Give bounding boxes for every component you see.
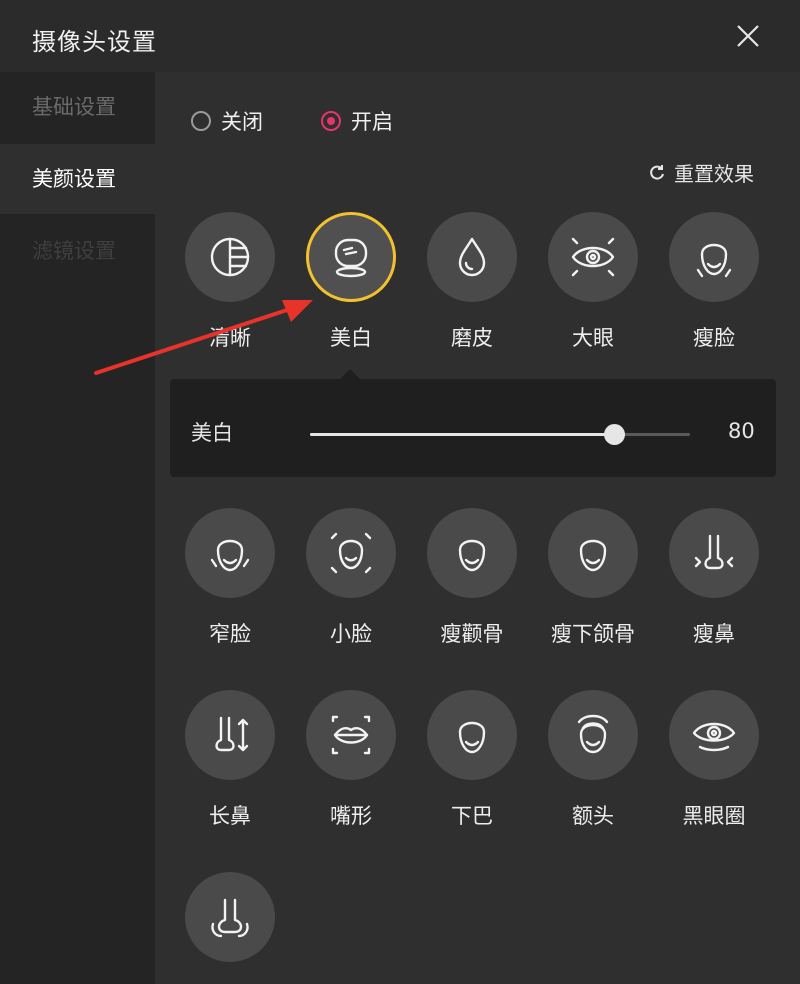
effect-label: 小脸 (330, 622, 372, 646)
radio-off-label: 关闭 (221, 110, 263, 134)
effect-clarity-circle (185, 212, 275, 302)
effect-chin-circle (427, 690, 517, 780)
effect-small-face[interactable]: 小脸 (305, 508, 397, 648)
effect-whitening[interactable]: 美白 (305, 212, 397, 352)
effect-label: 额头 (572, 804, 614, 828)
mouth-shape-icon (331, 715, 371, 755)
radio-on-label: 开启 (351, 110, 393, 134)
refresh-icon (650, 164, 664, 180)
settings-sidebar: 基础设置 美颜设置 滤镜设置 (0, 72, 155, 984)
effect-mouth-shape[interactable]: 嘴形 (305, 690, 397, 830)
chin-icon (458, 721, 486, 754)
effect-cheekbone[interactable]: 瘦颧骨 (426, 508, 518, 648)
effect-big-eye[interactable]: 大眼 (547, 212, 639, 352)
effect-label: 窄脸 (209, 622, 251, 646)
radio-on[interactable]: 开启 (321, 106, 393, 136)
long-nose-icon (215, 716, 249, 752)
dark-circles-icon (692, 722, 736, 752)
whitening-slider-thumb[interactable] (604, 424, 625, 445)
radio-off-circle (191, 111, 211, 131)
radio-off[interactable]: 关闭 (191, 106, 263, 136)
sidebar-item-beauty[interactable]: 美颜设置 (0, 144, 155, 214)
effect-long-nose-circle (185, 690, 275, 780)
effect-chin[interactable]: 下巴 (426, 690, 518, 830)
effect-slim-face[interactable]: 瘦脸 (668, 212, 760, 352)
effect-label: 瘦鼻 (693, 622, 735, 646)
big-eye-icon (571, 237, 615, 277)
title-bar: 摄像头设置 (0, 0, 800, 72)
effect-cheekbone-circle (427, 508, 517, 598)
effect-narrow-face[interactable]: 窄脸 (184, 508, 276, 648)
effect-nose-wing[interactable] (184, 872, 276, 982)
jawbone-icon (579, 539, 607, 572)
effect-label: 瘦脸 (693, 326, 735, 350)
reset-effects-button[interactable]: 重置效果 (648, 158, 754, 187)
effect-label: 美白 (330, 326, 372, 350)
nose-wing-icon (211, 898, 249, 938)
effect-slim-nose-circle (669, 508, 759, 598)
effect-label: 嘴形 (330, 804, 372, 828)
effect-mouth-shape-circle (306, 690, 396, 780)
effect-dark-circles[interactable]: 黑眼圈 (668, 690, 760, 830)
effect-label: 磨皮 (451, 326, 493, 350)
slim-face-icon (696, 243, 732, 278)
effect-small-face-circle (306, 508, 396, 598)
effect-forehead[interactable]: 额头 (547, 690, 639, 830)
radio-on-circle (321, 111, 341, 131)
reset-effects-label: 重置效果 (674, 162, 754, 186)
effect-smooth-skin-circle (427, 212, 517, 302)
sidebar-item-basic[interactable]: 基础设置 (0, 72, 155, 142)
effect-smooth-skin[interactable]: 磨皮 (426, 212, 518, 352)
narrow-face-icon (210, 539, 250, 572)
slim-nose-icon (694, 534, 734, 570)
beauty-settings-panel: 关闭 开启 重置效果 清晰 美白 磨皮 大眼 瘦脸 美白 80 窄脸 小脸 瘦颧… (155, 72, 800, 984)
effect-jawbone[interactable]: 瘦下颌骨 (547, 508, 639, 648)
effect-label: 瘦颧骨 (440, 622, 504, 646)
effect-label: 瘦下颌骨 (551, 622, 635, 646)
effect-label: 清晰 (209, 326, 251, 350)
effect-forehead-circle (548, 690, 638, 780)
whitening-adjust-panel: 美白 80 (170, 369, 776, 477)
clarity-icon (210, 237, 250, 277)
close-icon (737, 25, 759, 47)
effect-long-nose[interactable]: 长鼻 (184, 690, 276, 830)
sidebar-item-filter[interactable]: 滤镜设置 (0, 216, 155, 286)
effect-nose-wing-circle (185, 872, 275, 962)
whitening-slider-track[interactable] (310, 424, 690, 445)
effect-label: 大眼 (572, 326, 614, 350)
effect-label: 下巴 (451, 804, 493, 828)
effect-whitening-circle (306, 212, 396, 302)
cheekbone-icon (458, 539, 486, 572)
effect-label: 长鼻 (209, 804, 251, 828)
smooth-skin-icon (458, 237, 486, 277)
forehead-icon (577, 714, 609, 754)
effect-big-eye-circle (548, 212, 638, 302)
slider-label: 美白 (191, 421, 233, 445)
close-button[interactable] (728, 18, 768, 58)
effect-narrow-face-circle (185, 508, 275, 598)
whitening-slider-fill (310, 433, 614, 436)
small-face-icon (330, 532, 372, 574)
effect-label: 黑眼圈 (682, 804, 746, 828)
window-title: 摄像头设置 (32, 28, 157, 56)
effect-slim-face-circle (669, 212, 759, 302)
effect-jawbone-circle (548, 508, 638, 598)
slider-value: 80 (728, 419, 755, 443)
effect-clarity[interactable]: 清晰 (184, 212, 276, 352)
effect-dark-circles-circle (669, 690, 759, 780)
effect-slim-nose[interactable]: 瘦鼻 (668, 508, 760, 648)
whitening-icon (334, 238, 368, 278)
